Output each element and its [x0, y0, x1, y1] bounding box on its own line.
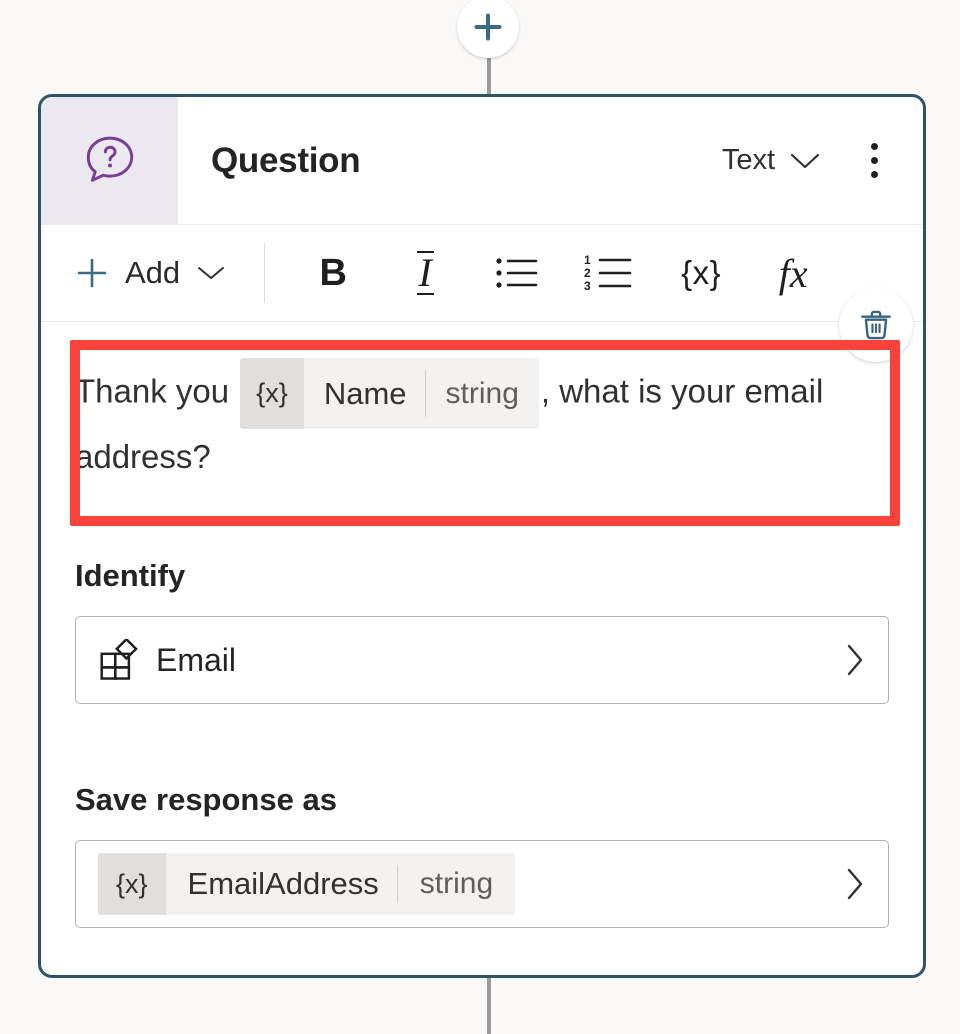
add-button-label: Add	[125, 255, 181, 290]
numbered-list-button[interactable]: 1 2 3	[563, 238, 655, 308]
bulleted-list-icon	[496, 258, 538, 288]
svg-text:2: 2	[584, 266, 591, 280]
italic-glyph: I	[416, 250, 434, 295]
plus-icon	[474, 13, 502, 41]
variable-chip-label: Name	[323, 376, 407, 411]
identify-label: Identify	[75, 558, 186, 594]
chevron-right-icon	[847, 868, 863, 900]
insert-variable-button[interactable]: {x}	[655, 238, 747, 308]
question-speech-bubble-icon	[86, 136, 133, 182]
italic-button[interactable]: I	[379, 238, 471, 308]
node-header: Question Text	[41, 97, 923, 225]
save-response-section: Save response as {x} EmailAddress string	[41, 782, 923, 929]
variable-chip-label: EmailAddress	[187, 866, 379, 902]
identify-field[interactable]: Email	[75, 616, 889, 705]
delete-button[interactable]	[839, 288, 913, 362]
question-type-selector[interactable]: Text	[716, 136, 827, 185]
variable-chip-prefix: {x}	[98, 853, 166, 916]
variable-chip-type: string	[419, 867, 494, 901]
numbered-list-icon: 1 2 3	[584, 254, 632, 292]
node-icon-panel	[41, 97, 178, 224]
variable-chip-prefix: {x}	[240, 358, 304, 430]
more-options-icon	[870, 171, 878, 178]
chevron-right-icon	[847, 644, 863, 676]
question-node-card[interactable]: Question Text Add B I 1 2 3 {x} fx Thank…	[38, 94, 926, 978]
save-response-field-content: {x} EmailAddress string	[98, 853, 830, 916]
chevron-down-icon	[790, 153, 820, 168]
more-options-icon	[870, 157, 878, 164]
variable-chip-type: string	[445, 376, 519, 410]
node-header-actions: Text	[716, 97, 923, 224]
add-button[interactable]: Add	[65, 247, 236, 299]
add-node-button[interactable]	[457, 0, 519, 58]
question-type-value: Text	[721, 144, 775, 176]
delete-icon	[861, 310, 891, 340]
formatting-toolbar: Add B I 1 2 3 {x} fx	[41, 225, 923, 322]
variable-chip-email-address[interactable]: {x} EmailAddress string	[98, 853, 516, 916]
prompt-text-before: Thank you	[75, 372, 230, 410]
identify-field-content: Email	[98, 639, 830, 681]
svg-text:3: 3	[584, 279, 591, 292]
question-prompt-text[interactable]: Thank you {x} Name string , what is your…	[75, 358, 889, 486]
toolbar-divider	[264, 243, 266, 303]
bulleted-list-button[interactable]	[471, 238, 563, 308]
bold-button[interactable]: B	[287, 238, 379, 308]
entity-shapes-icon	[100, 639, 138, 680]
identify-field-value: Email	[156, 641, 237, 678]
page-title: Question	[211, 140, 361, 180]
more-options-icon	[870, 143, 878, 150]
identify-section: Identify Email	[41, 558, 923, 705]
question-prompt-area[interactable]: Thank you {x} Name string , what is your…	[41, 288, 923, 516]
variable-chip-name[interactable]: {x} Name string	[240, 358, 539, 430]
formula-button[interactable]: fx	[747, 238, 839, 308]
save-response-field[interactable]: {x} EmailAddress string	[75, 840, 889, 929]
connector-line-bottom	[487, 972, 491, 1034]
more-options-button[interactable]	[851, 133, 897, 189]
plus-icon	[77, 258, 107, 288]
save-response-label: Save response as	[75, 782, 337, 818]
chevron-down-icon	[198, 267, 225, 279]
